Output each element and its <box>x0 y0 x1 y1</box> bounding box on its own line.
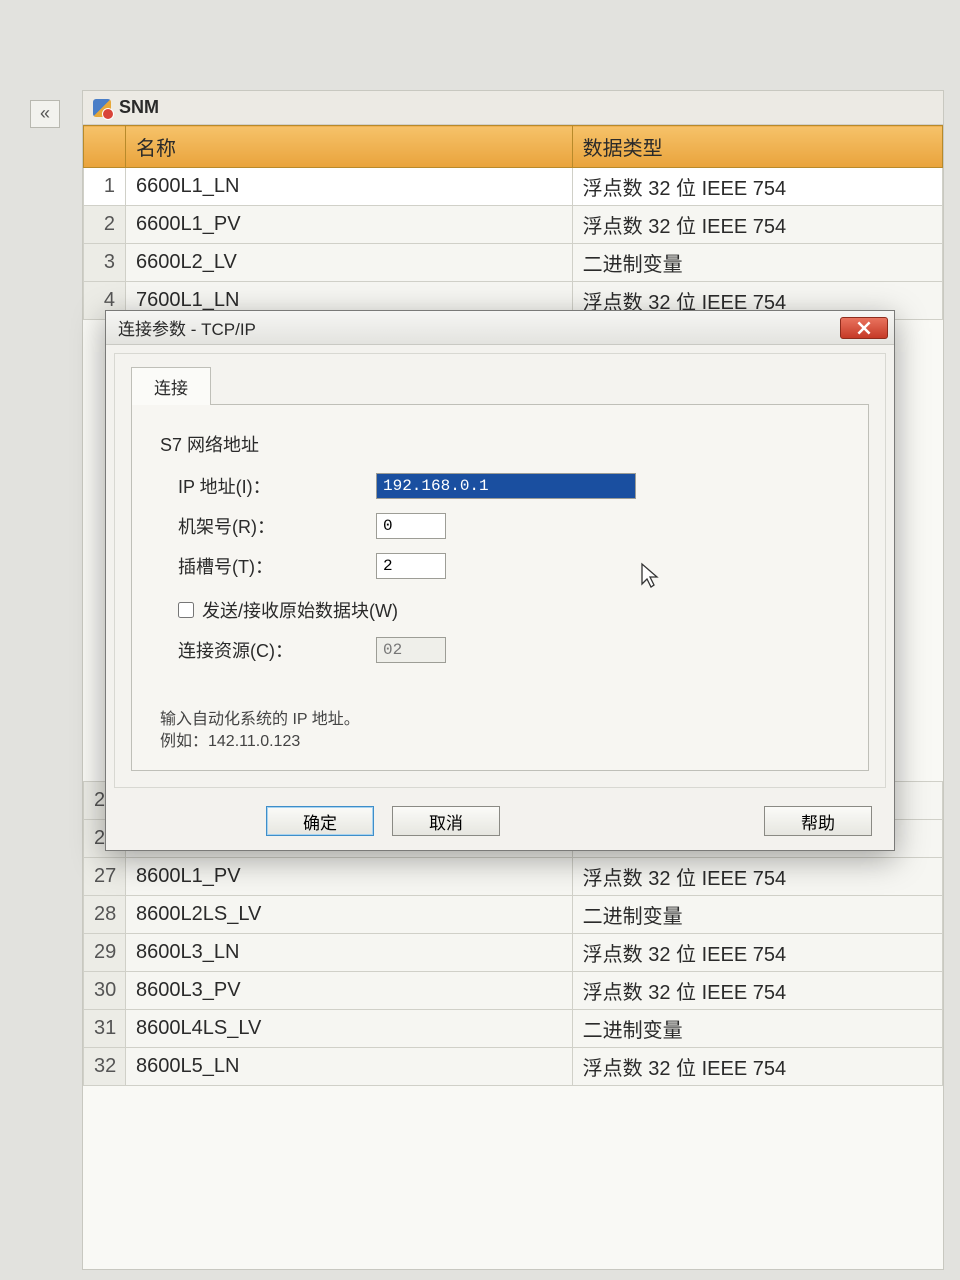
raw-data-block-label: 发送/接收原始数据块(W) <box>202 597 398 623</box>
row-number: 32 <box>84 1048 126 1086</box>
rack-number-label: 机架号(R)： <box>178 513 368 539</box>
cell-name[interactable]: 8600L3_LN <box>126 934 573 972</box>
table-row[interactable]: 328600L5_LN浮点数 32 位 IEEE 754 <box>84 1048 943 1086</box>
table-row[interactable]: 36600L2_LV二进制变量 <box>84 244 943 282</box>
raw-data-block-checkbox[interactable] <box>178 602 194 618</box>
cell-type[interactable]: 二进制变量 <box>572 244 942 282</box>
table-row[interactable]: 278600L1_PV浮点数 32 位 IEEE 754 <box>84 858 943 896</box>
close-icon <box>857 321 871 335</box>
dialog-titlebar[interactable]: 连接参数 - TCP/IP <box>106 311 894 345</box>
cell-name[interactable]: 8600L3_PV <box>126 972 573 1010</box>
help-button[interactable]: 帮助 <box>764 806 872 836</box>
tag-table[interactable]: 名称 数据类型 16600L1_LN浮点数 32 位 IEEE 75426600… <box>83 125 943 320</box>
row-number: 28 <box>84 896 126 934</box>
cell-name[interactable]: 8600L2LS_LV <box>126 896 573 934</box>
cell-name[interactable]: 6600L2_LV <box>126 244 573 282</box>
cell-name[interactable]: 8600L4LS_LV <box>126 1010 573 1048</box>
row-number: 2 <box>84 206 126 244</box>
panel-title-text: SNM <box>119 97 159 118</box>
cell-type[interactable]: 浮点数 32 位 IEEE 754 <box>572 858 942 896</box>
cell-type[interactable]: 浮点数 32 位 IEEE 754 <box>572 168 942 206</box>
row-number: 31 <box>84 1010 126 1048</box>
table-row[interactable]: 16600L1_LN浮点数 32 位 IEEE 754 <box>84 168 943 206</box>
slot-number-input[interactable] <box>376 553 446 579</box>
slot-number-label: 插槽号(T)： <box>178 553 368 579</box>
table-row[interactable]: 318600L4LS_LV二进制变量 <box>84 1010 943 1048</box>
cell-type[interactable]: 浮点数 32 位 IEEE 754 <box>572 1048 942 1086</box>
ip-address-label: IP 地址(I)： <box>178 473 368 499</box>
cell-type[interactable]: 浮点数 32 位 IEEE 754 <box>572 206 942 244</box>
cell-type[interactable]: 浮点数 32 位 IEEE 754 <box>572 972 942 1010</box>
rack-number-input[interactable] <box>376 513 446 539</box>
col-type-header[interactable]: 数据类型 <box>572 126 942 168</box>
table-row[interactable]: 288600L2LS_LV二进制变量 <box>84 896 943 934</box>
table-row[interactable]: 26600L1_PV浮点数 32 位 IEEE 754 <box>84 206 943 244</box>
col-name-header[interactable]: 名称 <box>126 126 573 168</box>
cell-type[interactable]: 二进制变量 <box>572 896 942 934</box>
collapse-sidebar-button[interactable]: « <box>30 100 60 128</box>
connection-params-dialog: 连接参数 - TCP/IP 连接 S7 网络地址 IP 地址(I)： 机架号(R… <box>105 310 895 851</box>
row-number: 1 <box>84 168 126 206</box>
col-num-header[interactable] <box>84 126 126 168</box>
dialog-title: 连接参数 - TCP/IP <box>118 315 840 340</box>
cell-name[interactable]: 6600L1_PV <box>126 206 573 244</box>
row-number: 3 <box>84 244 126 282</box>
row-number: 30 <box>84 972 126 1010</box>
ok-button[interactable]: 确定 <box>266 806 374 836</box>
cell-type[interactable]: 二进制变量 <box>572 1010 942 1048</box>
connection-resource-label: 连接资源(C)： <box>178 637 368 663</box>
row-number: 27 <box>84 858 126 896</box>
group-s7-network-address: S7 网络地址 <box>160 431 840 457</box>
table-row[interactable]: 298600L3_LN浮点数 32 位 IEEE 754 <box>84 934 943 972</box>
panel-header: SNM <box>83 91 943 125</box>
cell-name[interactable]: 6600L1_LN <box>126 168 573 206</box>
cell-type[interactable]: 浮点数 32 位 IEEE 754 <box>572 934 942 972</box>
close-button[interactable] <box>840 317 888 339</box>
cell-name[interactable]: 8600L5_LN <box>126 1048 573 1086</box>
connection-resource-input <box>376 637 446 663</box>
table-row[interactable]: 308600L3_PV浮点数 32 位 IEEE 754 <box>84 972 943 1010</box>
hint-text: 输入自动化系统的 IP 地址。 例如：142.11.0.123 <box>160 709 840 752</box>
cell-name[interactable]: 8600L1_PV <box>126 858 573 896</box>
cancel-button[interactable]: 取消 <box>392 806 500 836</box>
row-number: 29 <box>84 934 126 972</box>
panel-icon <box>93 99 111 117</box>
tab-connection[interactable]: 连接 <box>131 367 211 405</box>
ip-address-input[interactable] <box>376 473 636 499</box>
